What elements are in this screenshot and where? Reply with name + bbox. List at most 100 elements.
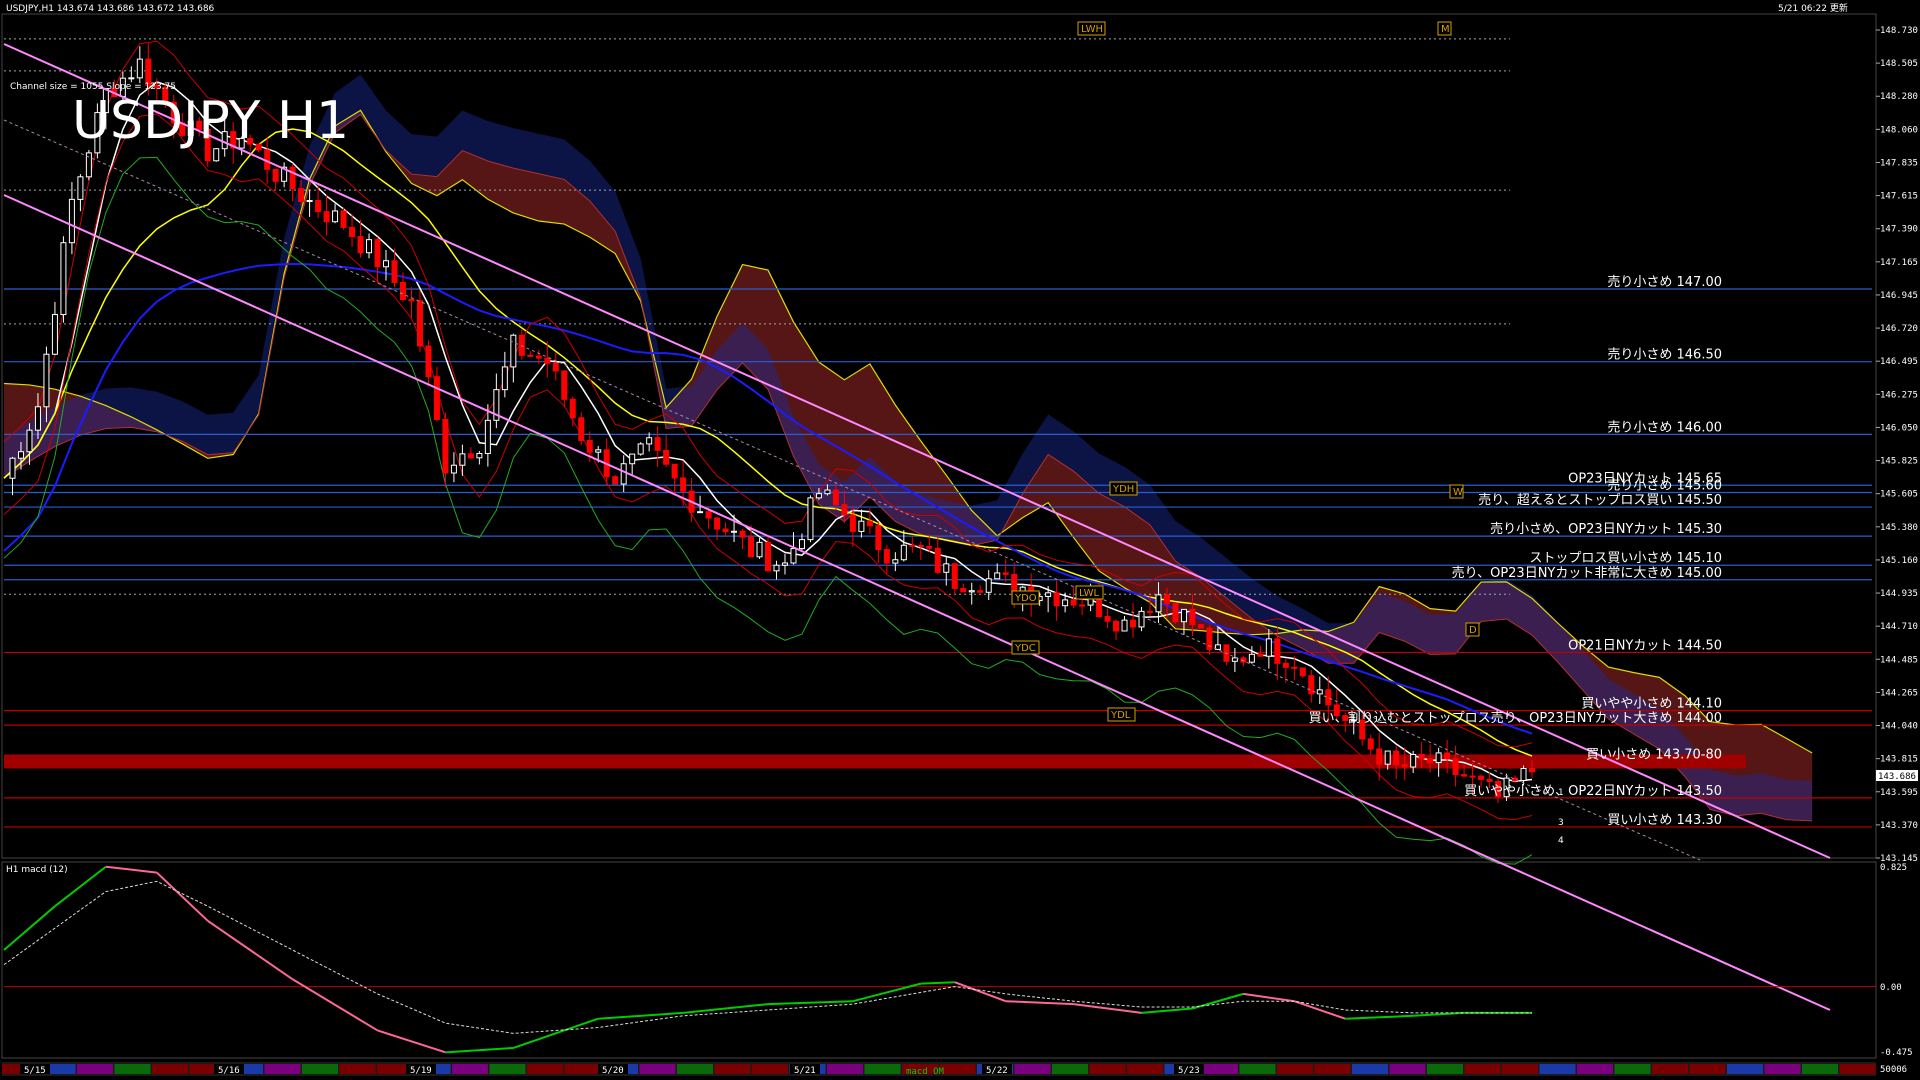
candle-body[interactable] <box>1155 594 1162 613</box>
candle-body[interactable] <box>586 440 593 453</box>
candle-body[interactable] <box>960 587 967 593</box>
candle-body[interactable] <box>756 541 763 558</box>
candle-body[interactable] <box>128 77 135 80</box>
candle-body[interactable] <box>425 345 432 378</box>
candle-body[interactable] <box>43 353 50 408</box>
candle-body[interactable] <box>951 563 958 589</box>
candle-body[interactable] <box>1427 758 1434 764</box>
candle-body[interactable] <box>476 452 483 459</box>
candle-body[interactable] <box>1274 638 1281 664</box>
candle-body[interactable] <box>1002 572 1009 575</box>
candle-body[interactable] <box>731 530 738 533</box>
candle-body[interactable] <box>1062 599 1069 607</box>
candle-body[interactable] <box>807 497 814 541</box>
candle-body[interactable] <box>892 559 899 564</box>
candle-body[interactable] <box>459 453 466 466</box>
candle-body[interactable] <box>883 549 890 564</box>
candle-body[interactable] <box>501 366 508 391</box>
candle-body[interactable] <box>442 418 449 474</box>
candle-body[interactable] <box>1444 752 1451 760</box>
candle-body[interactable] <box>1282 662 1289 668</box>
candle-body[interactable] <box>68 198 75 244</box>
forex-chart[interactable]: 売り小さめ 147.00売り小さめ 146.50売り小さめ 146.00OP23… <box>0 0 1920 1080</box>
candle-body[interactable] <box>714 517 721 530</box>
candle-body[interactable] <box>1478 775 1485 780</box>
candle-body[interactable] <box>578 417 585 442</box>
candle-body[interactable] <box>1325 689 1332 706</box>
candle-body[interactable] <box>1053 592 1060 607</box>
candle-body[interactable] <box>781 562 788 566</box>
candle-body[interactable] <box>765 541 772 572</box>
candle-body[interactable] <box>1163 594 1170 605</box>
candle-body[interactable] <box>1393 750 1400 766</box>
candle-body[interactable] <box>994 572 1001 580</box>
candle-body[interactable] <box>773 564 780 572</box>
candle-body[interactable] <box>1138 610 1145 628</box>
candle-body[interactable] <box>1104 616 1111 622</box>
candle-body[interactable] <box>1461 774 1468 777</box>
candle-body[interactable] <box>875 525 882 551</box>
candle-body[interactable] <box>900 544 907 561</box>
candle-body[interactable] <box>722 528 729 533</box>
candle-body[interactable] <box>1070 599 1077 606</box>
candle-body[interactable] <box>985 578 992 593</box>
candle-body[interactable] <box>663 449 670 465</box>
candle-body[interactable] <box>26 429 33 453</box>
candle-body[interactable] <box>866 520 873 527</box>
candle-body[interactable] <box>383 260 390 268</box>
candle-body[interactable] <box>1367 738 1374 750</box>
candle-body[interactable] <box>552 362 559 372</box>
candle-body[interactable] <box>1197 624 1204 629</box>
candle-body[interactable] <box>1520 768 1527 781</box>
candle-body[interactable] <box>544 357 551 364</box>
candle-body[interactable] <box>136 58 143 79</box>
candle-body[interactable] <box>790 548 797 564</box>
candle-body[interactable] <box>298 188 305 202</box>
candle-body[interactable] <box>671 463 678 479</box>
candle-body[interactable] <box>1079 604 1086 607</box>
candle-body[interactable] <box>1180 608 1187 623</box>
candle-body[interactable] <box>824 489 831 495</box>
candle-body[interactable] <box>433 376 440 420</box>
candle-body[interactable] <box>858 520 865 532</box>
candle-body[interactable] <box>637 443 644 455</box>
candle-body[interactable] <box>535 355 542 359</box>
candle-body[interactable] <box>1418 753 1425 760</box>
candle-body[interactable] <box>1316 689 1323 695</box>
candle-body[interactable] <box>1452 758 1459 776</box>
candle-body[interactable] <box>595 449 602 453</box>
candle-body[interactable] <box>926 545 933 549</box>
candle-body[interactable] <box>1265 638 1272 657</box>
candle-body[interactable] <box>977 590 984 593</box>
candle-body[interactable] <box>60 242 67 316</box>
candle-body[interactable] <box>849 514 856 532</box>
candle-body[interactable] <box>620 463 627 485</box>
candle-body[interactable] <box>17 451 24 459</box>
candle-body[interactable] <box>569 398 576 419</box>
candle-body[interactable] <box>391 260 398 283</box>
candle-body[interactable] <box>484 419 491 454</box>
candle-body[interactable] <box>51 314 58 355</box>
candle-body[interactable] <box>366 239 373 254</box>
candle-body[interactable] <box>315 200 322 213</box>
candle-body[interactable] <box>748 536 755 558</box>
candle-body[interactable] <box>510 334 517 368</box>
candle-body[interactable] <box>909 544 916 547</box>
candle-body[interactable] <box>332 210 339 223</box>
candle-body[interactable] <box>450 464 457 474</box>
candle-body[interactable] <box>1410 753 1417 768</box>
candle-body[interactable] <box>798 539 805 550</box>
candle-body[interactable] <box>34 406 41 431</box>
candle-body[interactable] <box>680 477 687 492</box>
candle-body[interactable] <box>1529 768 1536 773</box>
candle-body[interactable] <box>518 334 525 356</box>
candle-body[interactable] <box>1384 750 1391 765</box>
candle-body[interactable] <box>934 547 941 573</box>
candle-body[interactable] <box>416 300 423 347</box>
candle-body[interactable] <box>408 299 415 302</box>
candle-body[interactable] <box>1189 608 1196 626</box>
candle-body[interactable] <box>629 453 636 465</box>
candle-body[interactable] <box>1469 775 1476 778</box>
candle-body[interactable] <box>527 354 534 357</box>
candle-body[interactable] <box>654 437 661 451</box>
